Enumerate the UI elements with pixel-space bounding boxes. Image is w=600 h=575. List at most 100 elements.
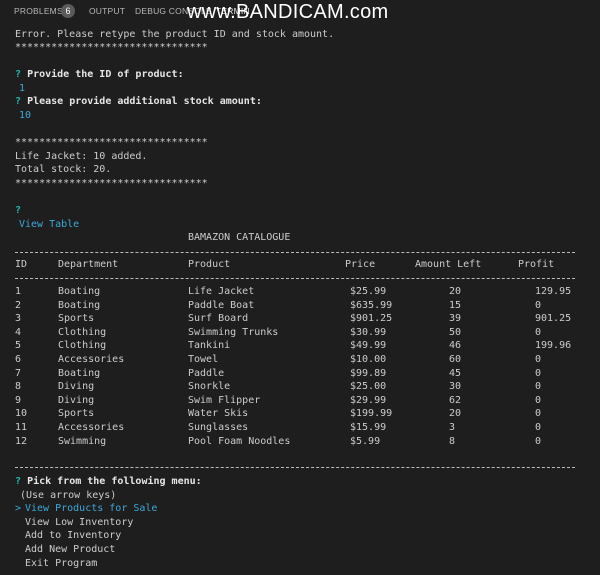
stars-divider: ******************************** (15, 178, 208, 189)
problems-count-badge: 6 (61, 4, 75, 18)
stars-divider: ******************************** (15, 42, 208, 53)
cell-amount-left: 46 (449, 340, 462, 352)
cell-product: Towel (188, 354, 219, 365)
cell-department: Sports (58, 313, 95, 325)
cell-profit: 129.95 (535, 286, 572, 297)
cell-profit: 0 (535, 408, 542, 420)
table-divider-bottom (15, 467, 575, 468)
cell-profit: 0 (535, 354, 542, 365)
cell-id: 7 (15, 367, 22, 379)
tab-problems[interactable]: PROBLEMS (14, 6, 63, 16)
header-department: Department (58, 259, 119, 270)
menu-prompt: ? Pick from the following menu: (15, 475, 202, 488)
cell-amount-left: 20 (449, 286, 462, 297)
cell-id: 10 (15, 408, 28, 420)
cell-amount-left: 20 (449, 408, 462, 420)
menu-item-exit-program[interactable]: Exit Program (25, 557, 97, 570)
cell-amount-left: 50 (449, 326, 462, 338)
cell-id: 11 (15, 422, 28, 433)
cell-id: 4 (15, 326, 22, 338)
cell-id: 8 (15, 381, 22, 393)
cell-id: 5 (15, 340, 22, 352)
total-stock-message: Total stock: 20. (15, 164, 112, 175)
cell-product: Pool Foam Noodles (188, 435, 291, 447)
menu-pointer-icon: > (15, 503, 22, 514)
cell-department: Sports (58, 408, 95, 420)
cell-product: Sunglasses (188, 422, 249, 433)
cell-profit: 0 (535, 435, 542, 447)
cell-profit: 0 (535, 381, 542, 393)
cell-id: 1 (15, 286, 22, 297)
header-profit: Profit (518, 259, 555, 270)
cell-product: Swimming Trunks (188, 326, 279, 338)
panel-tab-bar: PROBLEMS 6 OUTPUT DEBUG CONSOLE TERMIN w… (0, 0, 600, 23)
header-price: Price (345, 259, 376, 270)
cell-id: 6 (15, 354, 22, 365)
cell-amount-left: 45 (449, 367, 462, 379)
table-divider-header (15, 278, 575, 279)
menu-item-add-new-product[interactable]: Add New Product (25, 543, 115, 556)
cell-price: $49.99 (350, 340, 387, 352)
prompt-stock-amount: ? Please provide additional stock amount… (15, 95, 262, 108)
added-message: Life Jacket: 10 added. (15, 151, 148, 162)
cell-department: Diving (58, 394, 95, 406)
cell-id: 2 (15, 299, 22, 311)
cell-amount-left: 39 (449, 313, 462, 325)
cell-department: Swimming (58, 435, 107, 447)
cell-amount-left: 62 (449, 394, 462, 406)
error-message: Error. Please retype the product ID and … (15, 29, 335, 40)
cell-profit: 199.96 (535, 340, 572, 352)
cell-department: Boating (58, 299, 101, 311)
question-mark-icon: ? (15, 476, 22, 487)
menu-prompt-text: Pick from the following menu: (27, 476, 202, 487)
cell-price: $635.99 (350, 299, 393, 311)
cell-product: Paddle Boat (188, 299, 255, 311)
stars-divider: ******************************** (15, 137, 208, 148)
view-table-answer: View Table (19, 219, 80, 230)
cell-product: Water Skis (188, 408, 249, 420)
cell-id: 12 (15, 435, 28, 447)
table-divider-top (15, 252, 575, 253)
cell-department: Accessories (58, 422, 125, 433)
bandicam-watermark: www.BANDICAM.com (187, 1, 389, 23)
tab-output[interactable]: OUTPUT (89, 6, 125, 16)
cell-department: Boating (58, 367, 101, 379)
cell-amount-left: 8 (449, 435, 456, 447)
cell-price: $99.89 (350, 367, 387, 379)
cell-price: $30.99 (350, 326, 387, 338)
answer-stock-amount: 10 (19, 110, 32, 121)
cell-profit: 0 (535, 394, 542, 406)
cell-amount-left: 15 (449, 299, 462, 311)
menu-item-add-to-inventory[interactable]: Add to Inventory (25, 529, 121, 542)
cell-price: $25.00 (350, 381, 387, 393)
catalogue-title: BAMAZON CATALOGUE (188, 232, 291, 243)
menu-hint: (Use arrow keys) (20, 490, 117, 501)
answer-product-id: 1 (19, 83, 26, 94)
cell-price: $5.99 (350, 435, 381, 447)
menu-item-view-low-inventory[interactable]: View Low Inventory (25, 516, 133, 529)
menu-item-view-products-for-sale[interactable]: View Products for Sale (25, 502, 157, 515)
cell-profit: 0 (535, 326, 542, 338)
cell-price: $25.99 (350, 286, 387, 297)
cell-profit: 901.25 (535, 313, 572, 325)
cell-product: Paddle (188, 367, 225, 379)
prompt-id-text: Provide the ID of product: (27, 69, 184, 80)
cell-department: Clothing (58, 326, 107, 338)
cell-price: $15.99 (350, 422, 387, 433)
cell-department: Accessories (58, 354, 125, 365)
cell-amount-left: 30 (449, 381, 462, 393)
question-mark-icon: ? (15, 205, 22, 216)
cell-department: Boating (58, 286, 101, 297)
cell-id: 3 (15, 313, 22, 325)
cell-product: Tankini (188, 340, 231, 352)
cell-amount-left: 60 (449, 354, 462, 365)
prompt-stock-text: Please provide additional stock amount: (27, 96, 262, 107)
cell-price: $10.00 (350, 354, 387, 365)
cell-profit: 0 (535, 299, 542, 311)
cell-id: 9 (15, 394, 22, 406)
prompt-product-id: ? Provide the ID of product: (15, 68, 184, 81)
cell-product: Life Jacket (188, 286, 255, 297)
question-mark-icon: ? (15, 69, 22, 80)
cell-department: Clothing (58, 340, 107, 352)
cell-product: Swim Flipper (188, 394, 261, 406)
